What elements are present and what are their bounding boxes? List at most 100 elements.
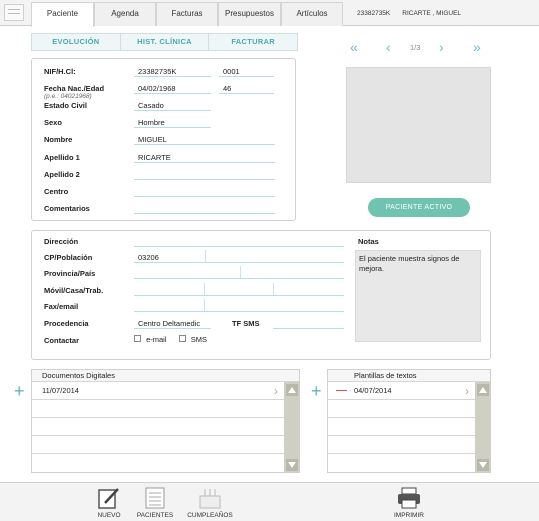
fax-field[interactable] (134, 311, 344, 312)
app-menu-icon[interactable] (4, 4, 24, 21)
nuevo-label: NUEVO (97, 512, 121, 519)
documents-scrollbar[interactable] (284, 382, 300, 473)
hc-field[interactable]: 0001 (223, 67, 240, 76)
document-row-empty (32, 454, 284, 472)
movil-label: Móvil/Casa/Trab. (44, 286, 104, 295)
contactar-label: Contactar (44, 336, 80, 345)
pacientes-label: PACIENTES (136, 512, 174, 519)
prev-page-icon[interactable]: ‹ (386, 40, 391, 54)
procedencia-field[interactable]: Centro Deltamedic (138, 319, 200, 328)
next-page-icon[interactable]: › (439, 40, 444, 54)
templates-list: Plantillas de textos 04/07/2014 › (327, 369, 491, 473)
add-document-icon[interactable]: + (14, 382, 25, 400)
patient-header: 23382735K RICARTE , MIGUEL (357, 10, 461, 17)
contactar-options: e-mail SMS (134, 335, 207, 344)
delete-template-icon[interactable] (336, 390, 347, 391)
page-indicator: 1/3 (410, 43, 421, 52)
section-segment-bar: EVOLUCIÓN HIST. CLÍNICA FACTURAR (31, 33, 298, 51)
sexo-underline (134, 127, 211, 128)
movil-field[interactable] (134, 295, 344, 296)
fax-separator (204, 299, 205, 311)
nombre-underline (134, 144, 275, 145)
estado-civil-field[interactable]: Casado (138, 101, 164, 110)
centro-label: Centro (44, 187, 69, 196)
template-row[interactable]: 04/07/2014 › (328, 382, 475, 400)
bottom-toolbar (0, 482, 539, 521)
sms-checkbox[interactable] (178, 335, 186, 342)
scroll-down-icon[interactable] (477, 459, 489, 471)
apellido2-field[interactable] (134, 179, 275, 180)
tf-sms-field[interactable] (273, 328, 344, 329)
document-row-empty (32, 436, 284, 454)
pacientes-button[interactable]: PACIENTES (134, 486, 176, 519)
new-document-icon (98, 488, 119, 509)
fecha-hint: (p.e.: 04021968) (44, 93, 92, 100)
tab-articulos[interactable]: Artículos (281, 2, 343, 26)
nombre-field[interactable]: MIGUEL (138, 135, 167, 144)
apellido1-label: Apellido 1 (44, 153, 80, 162)
evolucion-button[interactable]: EVOLUCIÓN (32, 34, 121, 50)
tab-facturas[interactable]: Facturas (156, 2, 218, 26)
template-row-empty (328, 418, 475, 436)
procedencia-underline (134, 328, 211, 329)
tab-agenda[interactable]: Agenda (94, 2, 156, 26)
provincia-field[interactable] (134, 278, 344, 279)
notes-textarea[interactable]: El paciente muestra signos de mejora. (355, 250, 481, 342)
template-row-empty (328, 454, 475, 472)
tab-paciente[interactable]: Paciente (31, 2, 94, 27)
cp-label: CP/Población (44, 253, 93, 262)
email-checkbox[interactable] (134, 335, 141, 342)
sexo-field[interactable]: Hombre (138, 118, 165, 127)
nuevo-button[interactable]: NUEVO (94, 486, 124, 519)
scroll-down-icon[interactable] (286, 459, 298, 471)
imprimir-label: IMPRIMIR (394, 512, 424, 519)
provincia-label: Provincia/País (44, 269, 96, 278)
first-page-icon[interactable]: « (350, 40, 358, 54)
patients-list-icon (145, 487, 165, 509)
chevron-right-icon: › (274, 384, 278, 398)
comentarios-field[interactable] (134, 213, 275, 214)
edad-underline (219, 93, 274, 94)
cumpleanos-button[interactable]: CUMPLEAÑOS (186, 486, 234, 519)
centro-field[interactable] (134, 196, 275, 197)
scroll-up-icon[interactable] (286, 384, 298, 396)
templates-scrollbar[interactable] (475, 382, 491, 473)
apellido1-field[interactable]: RICARTE (138, 153, 171, 162)
patient-photo[interactable] (346, 67, 491, 183)
fecha-underline (134, 93, 211, 94)
facturar-button[interactable]: FACTURAR (209, 34, 297, 50)
fecha-field[interactable]: 04/02/1968 (138, 84, 176, 93)
document-date: 11/07/2014 (42, 386, 79, 395)
historia-clinica-button[interactable]: HIST. CLÍNICA (121, 34, 210, 50)
tab-presupuestos[interactable]: Presupuestos (218, 2, 281, 26)
direccion-field[interactable] (134, 246, 344, 247)
tf-sms-label: TF SMS (232, 319, 260, 328)
procedencia-label: Procedencia (44, 319, 89, 328)
cumpleanos-label: CUMPLEAÑOS (187, 512, 233, 519)
provincia-separator (240, 266, 241, 278)
document-row-empty (32, 418, 284, 436)
cp-separator (205, 250, 206, 262)
nif-underline (134, 76, 211, 77)
document-row[interactable]: 11/07/2014 › (32, 382, 284, 400)
apellido2-label: Apellido 2 (44, 170, 80, 179)
estado-underline (134, 110, 211, 111)
birthday-cake-icon (199, 489, 221, 509)
sexo-label: Sexo (44, 118, 62, 127)
edad-field[interactable]: 46 (223, 84, 231, 93)
paciente-activo-button[interactable]: PACIENTE ACTIVO (368, 198, 470, 217)
cp-field[interactable]: 03206 (138, 253, 159, 262)
documents-title: Documentos Digitales (32, 370, 299, 382)
apellido1-underline (134, 162, 275, 163)
last-page-icon[interactable]: » (473, 40, 481, 54)
documents-list: Documentos Digitales 11/07/2014 › (31, 369, 300, 473)
imprimir-button[interactable]: IMPRIMIR (390, 486, 428, 519)
scroll-up-icon[interactable] (477, 384, 489, 396)
add-template-icon[interactable]: + (311, 382, 322, 400)
patient-header-id: 23382735K (357, 10, 391, 17)
nif-field[interactable]: 23382735K (138, 67, 176, 76)
chevron-right-icon: › (465, 384, 469, 398)
printer-icon (398, 487, 420, 509)
template-row-empty (328, 400, 475, 418)
estado-civil-label: Estado Civil (44, 101, 87, 110)
